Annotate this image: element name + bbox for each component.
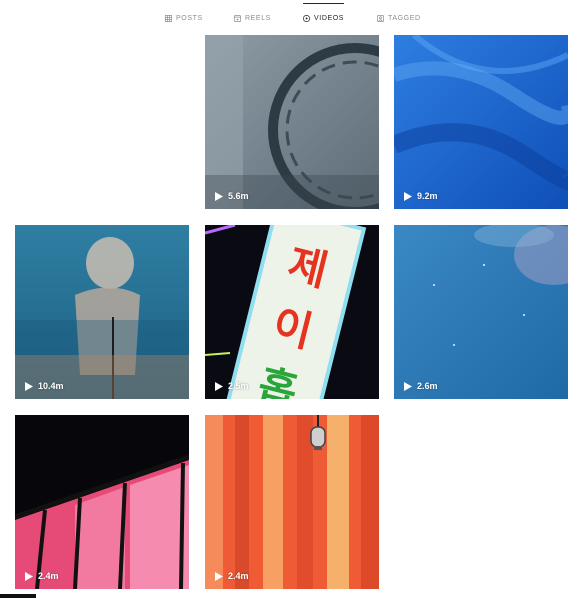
video-tile[interactable]: 2.6m — [394, 225, 568, 399]
tab-posts[interactable]: POSTS — [165, 0, 203, 36]
tab-reels-label: REELS — [245, 14, 271, 22]
video-thumbnail — [205, 35, 379, 209]
video-tile[interactable]: 5.6m — [205, 35, 379, 209]
tag-icon — [377, 14, 384, 22]
video-icon — [303, 14, 310, 22]
bottom-edge-marker — [0, 594, 36, 598]
reels-icon — [234, 14, 241, 22]
play-icon — [25, 381, 33, 391]
grid-icon — [165, 14, 172, 22]
video-tile[interactable]: 2.4m — [15, 415, 189, 589]
view-count: 10.4m — [25, 381, 64, 391]
tab-tagged[interactable]: TAGGED — [377, 0, 421, 36]
view-count-label: 5.6m — [228, 191, 249, 201]
video-thumbnail — [394, 35, 568, 209]
play-icon — [404, 191, 412, 201]
video-thumbnail — [15, 415, 189, 589]
tab-videos[interactable]: VIDEOS — [303, 0, 345, 36]
view-count: 2.4m — [215, 571, 249, 581]
view-count: 2.6m — [404, 381, 438, 391]
profile-tabs: POSTS REELS VIDEOS TAGGED — [0, 0, 578, 36]
play-icon — [404, 381, 412, 391]
video-tile[interactable]: 2.4m — [205, 415, 379, 589]
view-count-label: 2.4m — [38, 571, 59, 581]
play-icon — [215, 571, 223, 581]
play-icon — [215, 191, 223, 201]
video-thumbnail: 제 이 홉 — [205, 225, 379, 399]
tab-reels[interactable]: REELS — [234, 0, 271, 36]
tab-posts-label: POSTS — [176, 14, 203, 22]
view-count: 2.4m — [25, 571, 59, 581]
play-icon — [25, 571, 33, 581]
view-count: 5.6m — [215, 191, 249, 201]
view-count-label: 2.4m — [228, 571, 249, 581]
video-thumbnail — [205, 415, 379, 589]
play-icon — [215, 381, 223, 391]
tab-tagged-label: TAGGED — [388, 14, 421, 22]
view-count-label: 10.4m — [38, 381, 64, 391]
video-tile[interactable]: 제 이 홉 2.5m — [205, 225, 379, 399]
tab-videos-label: VIDEOS — [314, 14, 345, 22]
video-thumbnail — [15, 225, 189, 399]
view-count-label: 9.2m — [417, 191, 438, 201]
video-tile[interactable]: 10.4m — [15, 225, 189, 399]
view-count-label: 2.5m — [228, 381, 249, 391]
video-tile[interactable]: 9.2m — [394, 35, 568, 209]
view-count: 9.2m — [404, 191, 438, 201]
view-count-label: 2.6m — [417, 381, 438, 391]
video-thumbnail — [394, 225, 568, 399]
view-count: 2.5m — [215, 381, 249, 391]
